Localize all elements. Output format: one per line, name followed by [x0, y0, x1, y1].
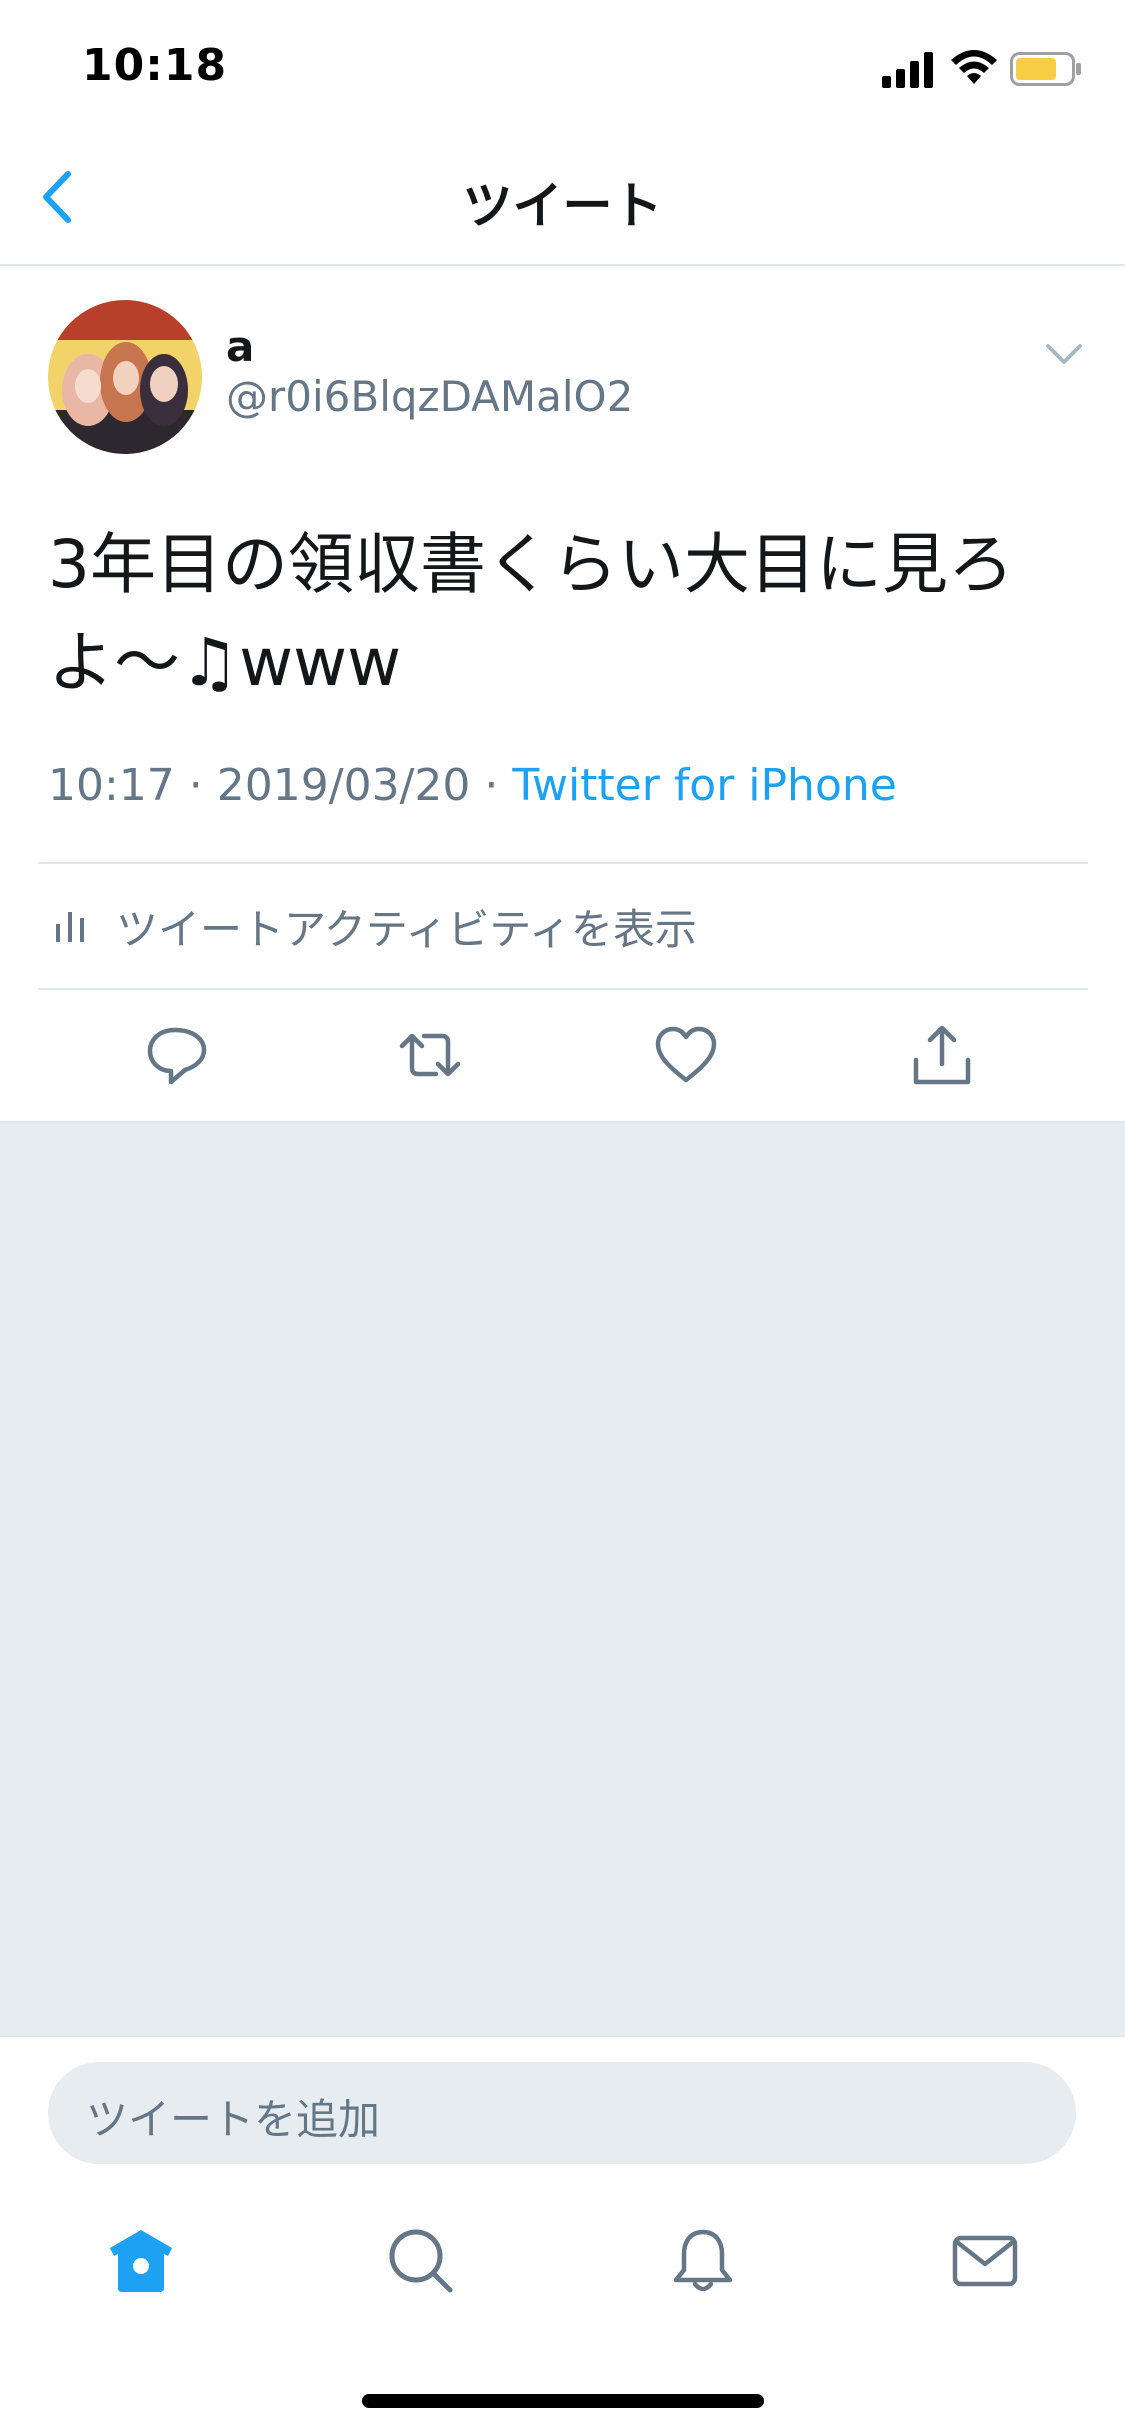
battery-icon: [1010, 52, 1081, 86]
tweet-date: 2019/03/20: [216, 760, 471, 811]
page-title: ツイート: [462, 177, 663, 235]
like-icon[interactable]: [654, 1020, 718, 1090]
tweet-text-line: よ～♫www: [48, 624, 402, 701]
composer-divider: [0, 2035, 1125, 2037]
handle[interactable]: @r0i6BlqzDAMalO2: [226, 372, 633, 421]
meta-separator: ·: [470, 760, 513, 811]
replies-area: [0, 1123, 1125, 2035]
signal-icon: [882, 52, 933, 88]
tweet-text: 3年目の領収書くらい大目に見ろ よ～♫www: [48, 516, 1048, 712]
activity-icon: [56, 912, 84, 942]
avatar[interactable]: [48, 300, 202, 454]
tweet-source-link[interactable]: Twitter for iPhone: [512, 760, 896, 811]
tweet-text-line: 3年目の領収書くらい大目に見ろ: [48, 526, 1014, 603]
activity-divider: [38, 988, 1088, 990]
home-indicator: [362, 2394, 764, 2408]
tweet-time: 10:17: [48, 760, 175, 811]
tweet-meta: 10:17 · 2019/03/20 · Twitter for iPhone: [48, 760, 897, 811]
messages-icon[interactable]: [950, 2226, 1020, 2296]
nav-divider: [0, 264, 1125, 266]
wifi-icon: [951, 50, 997, 84]
retweet-icon[interactable]: [398, 1020, 462, 1090]
tweet-activity-link[interactable]: ツイートアクティビティを表示: [116, 896, 697, 957]
share-icon[interactable]: [910, 1020, 974, 1090]
avatar-image: [48, 300, 202, 454]
meta-divider: [38, 862, 1088, 864]
reply-composer-placeholder: ツイートを追加: [86, 2095, 381, 2144]
home-icon[interactable]: [106, 2226, 176, 2296]
reply-icon[interactable]: [145, 1020, 209, 1090]
meta-separator: ·: [174, 760, 217, 811]
chevron-down-icon[interactable]: [1044, 340, 1084, 368]
notifications-icon[interactable]: [668, 2226, 738, 2296]
status-time: 10:18: [82, 40, 228, 91]
search-icon[interactable]: [386, 2226, 456, 2296]
display-name[interactable]: a: [226, 322, 254, 371]
